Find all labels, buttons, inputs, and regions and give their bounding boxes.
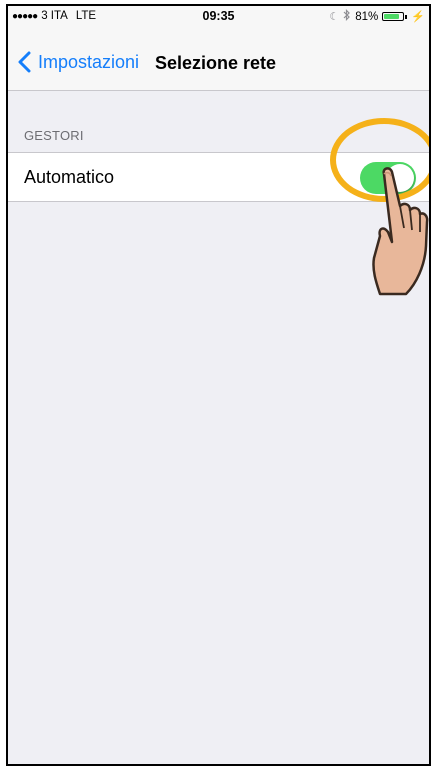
status-right: ☾ 81% ⚡ [329, 9, 425, 24]
battery-percent: 81% [355, 10, 379, 23]
chevron-left-icon [18, 51, 31, 73]
moon-icon: ☾ [329, 11, 340, 23]
battery-level-fill [384, 14, 399, 19]
signal-strength-icon: ●●●●● [12, 10, 38, 22]
page-title: Selezione rete [155, 53, 277, 73]
row-label: Automatico [24, 167, 115, 187]
network-type: LTE [75, 10, 97, 22]
navigation-bar: Impostazioni Selezione rete [8, 26, 429, 91]
carrier-name: 3 ITA [41, 10, 68, 22]
toggle-knob [386, 164, 414, 192]
status-left: ●●●●● 3 ITA LTE [12, 10, 96, 22]
phone-screen: ●●●●● 3 ITA LTE 09:35 ☾ 81% ⚡ Impostazio… [6, 4, 431, 766]
back-button-label: Impostazioni [38, 51, 140, 72]
section-header: GESTORI [24, 128, 84, 143]
automatic-toggle[interactable] [360, 162, 416, 194]
back-button[interactable]: Impostazioni [16, 51, 139, 73]
status-time: 09:35 [202, 9, 235, 23]
automatic-row: Automatico [8, 152, 429, 202]
status-bar: ●●●●● 3 ITA LTE 09:35 ☾ 81% ⚡ [8, 6, 429, 26]
battery-icon [382, 12, 405, 21]
battery-nub [405, 14, 408, 19]
bolt-icon: ⚡ [411, 11, 425, 23]
bluetooth-icon [343, 9, 351, 24]
